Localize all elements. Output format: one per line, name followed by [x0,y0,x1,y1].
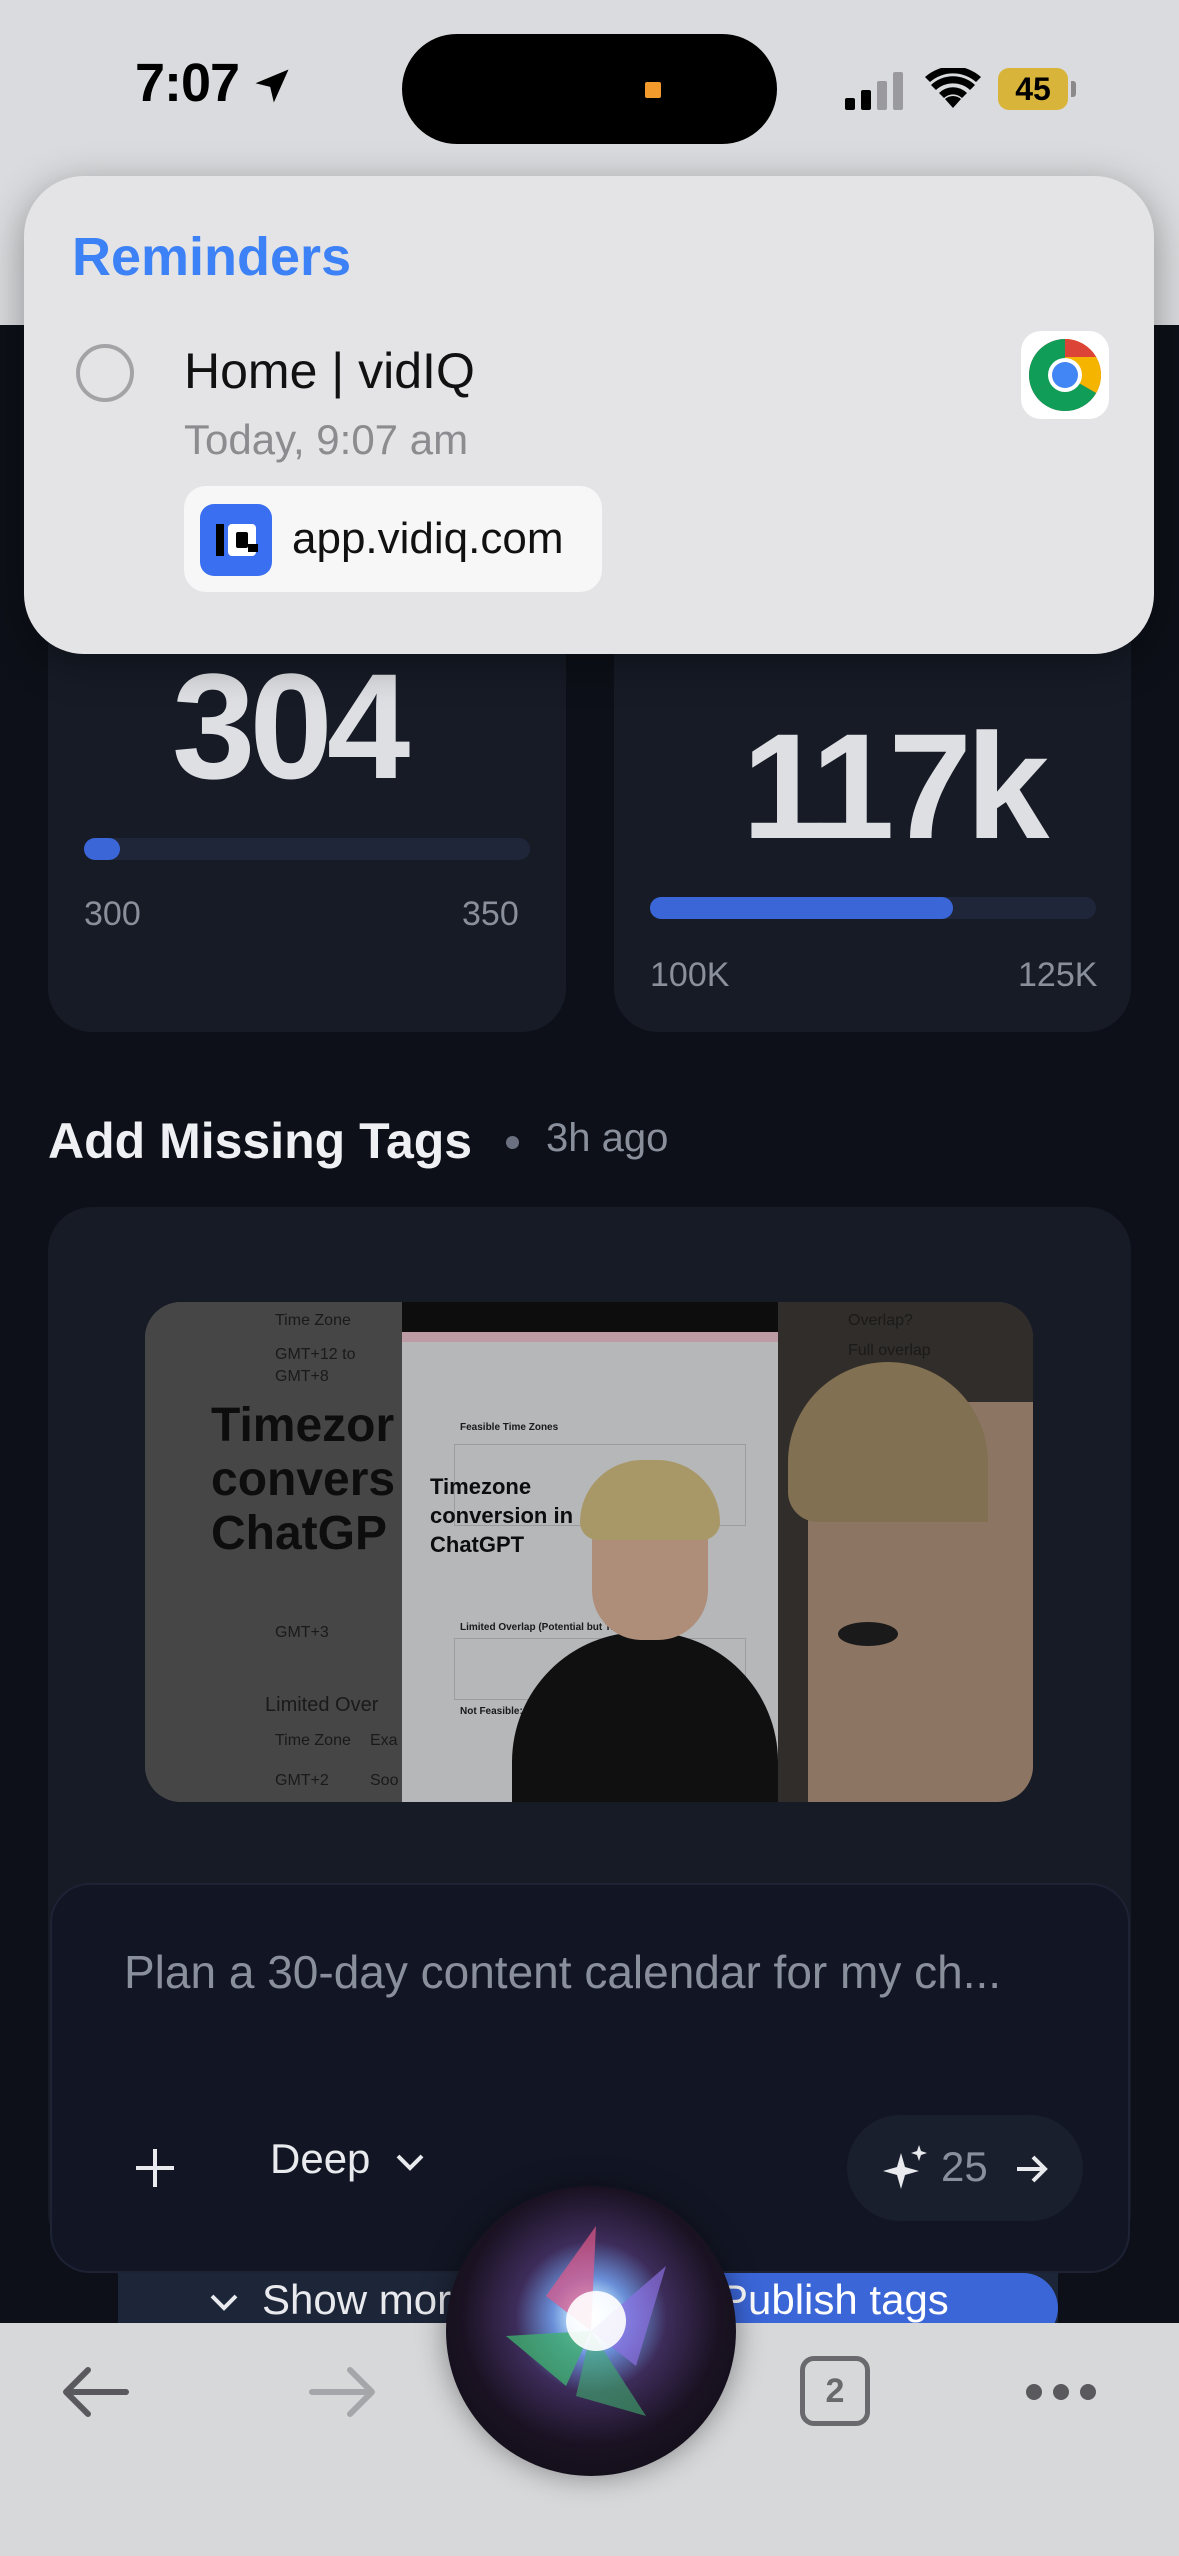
video-thumbnail[interactable]: Time Zone GMT+12 to GMT+8 Timezor conver… [145,1302,1033,1802]
progress-fill [84,838,120,860]
tabs-button[interactable]: 2 [800,2356,870,2426]
notification-link-text: app.vidiq.com [292,514,564,563]
progress-min-label: 300 [84,895,141,933]
back-arrow-icon[interactable] [58,2362,132,2422]
progress-bar [650,897,1096,919]
battery-nub [1071,81,1076,97]
vidiq-logo-icon [216,524,258,556]
siri-swirl-icon [506,2226,666,2416]
battery-level: 45 [998,68,1068,110]
chat-input[interactable]: Plan a 30-day content calendar for my ch… [124,1945,1001,1999]
chrome-logo-icon [1028,339,1102,412]
recording-indicator-icon [645,82,661,98]
notification-title: Home | vidIQ [184,343,475,399]
location-arrow-icon [255,69,289,103]
reminder-notification[interactable]: Reminders Home | vidIQ Today, 9:07 am ap… [24,176,1154,654]
more-options-icon[interactable] [1024,2380,1098,2404]
stat-value: 117k [742,702,1049,870]
notification-link[interactable]: app.vidiq.com [184,486,602,592]
credit-count: 25 [941,2143,988,2190]
status-time: 7:07 [135,53,240,113]
progress-max-label: 125K [1018,956,1098,994]
arrow-right-icon [1017,2155,1048,2183]
reminder-complete-checkbox[interactable] [76,344,134,402]
show-more-button[interactable]: Show mor [262,2276,451,2324]
plus-icon[interactable] [130,2143,180,2193]
publish-tags-label: Publish tags [720,2276,949,2323]
wifi-icon [925,68,981,108]
cellular-signal-icon [845,72,903,110]
progress-fill [650,897,954,919]
battery-indicator: 45 [998,68,1078,110]
progress-bar [84,838,530,860]
mode-selector[interactable]: Deep [270,2135,370,2183]
send-button[interactable]: 25 [847,2115,1083,2221]
sparkle-icon [883,2145,927,2189]
notification-app-name: Reminders [72,227,352,287]
section-title: Add Missing Tags [48,1113,473,1169]
notification-time: Today, 9:07 am [184,416,469,463]
vidiq-icon [200,504,272,576]
forward-arrow-icon[interactable] [306,2362,380,2422]
thumbnail-dim-overlay [145,1302,1033,1802]
siri-orb-icon[interactable] [446,2186,736,2476]
stat-value: 304 [172,642,410,810]
chrome-icon [1021,331,1109,419]
progress-max-label: 350 [462,895,519,933]
dynamic-island [402,34,777,144]
chevron-down-icon [210,2294,238,2311]
chevron-down-icon [396,2154,424,2171]
section-timestamp: 3h ago [546,1116,669,1160]
separator-dot [506,1136,519,1149]
progress-min-label: 100K [650,956,730,994]
